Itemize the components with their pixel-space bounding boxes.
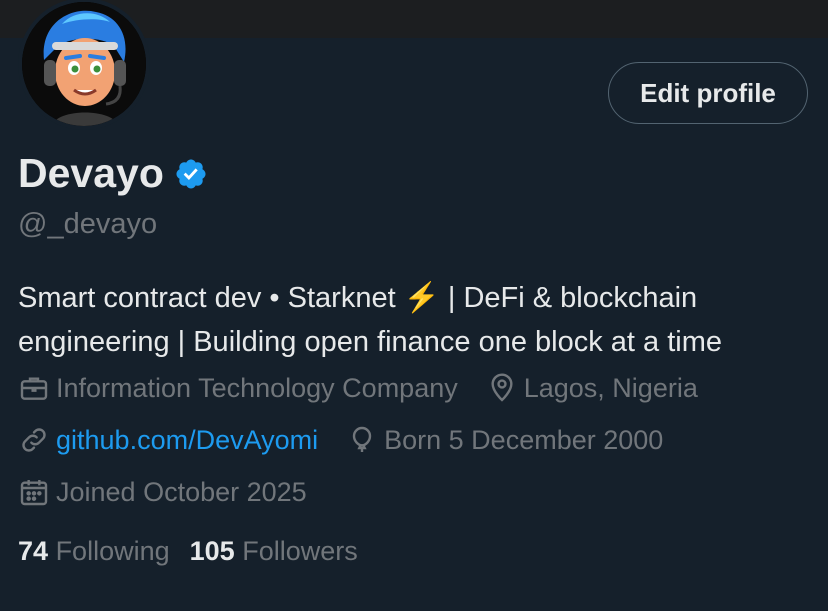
- verified-badge-icon[interactable]: [174, 157, 208, 191]
- follow-stats: 74 Following 105 Followers: [18, 536, 378, 567]
- joined-label: Joined October 2025: [56, 476, 307, 507]
- category-label: Information Technology Company: [56, 372, 458, 403]
- profile-meta-row-3: Joined October 2025: [18, 476, 335, 508]
- profile-handle: @_devayo: [18, 208, 158, 240]
- website-item[interactable]: github.com/DevAyomi: [18, 424, 318, 456]
- category-item: Information Technology Company: [18, 372, 458, 404]
- link-icon: [22, 428, 46, 452]
- website-link[interactable]: github.com/DevAyomi: [56, 425, 318, 456]
- following-label: Following: [55, 536, 170, 566]
- location-label: Lagos, Nigeria: [523, 372, 698, 403]
- birthday-label: Born 5 December 2000: [384, 424, 664, 455]
- location-item: Lagos, Nigeria: [486, 372, 698, 404]
- following-link[interactable]: 74 Following: [18, 536, 170, 567]
- display-name: Devayo: [18, 150, 164, 196]
- followers-count: 105: [189, 536, 235, 566]
- profile-meta-row-1: Information Technology Company Lagos, Ni…: [18, 372, 726, 404]
- edit-profile-button[interactable]: Edit profile: [608, 62, 808, 124]
- profile-meta-row-2: github.com/DevAyomi Born 5 December 2000: [18, 424, 691, 456]
- followers-link[interactable]: 105 Followers: [190, 536, 358, 567]
- briefcase-icon: [20, 377, 48, 400]
- avatar-image: [22, 2, 146, 126]
- following-count: 74: [18, 536, 49, 566]
- balloon-icon: [352, 426, 372, 452]
- avatar[interactable]: [18, 0, 150, 130]
- followers-label: Followers: [242, 536, 358, 566]
- profile-bio: Smart contract dev • Starknet ⚡️ | DeFi …: [18, 276, 818, 364]
- name-row: Devayo: [18, 150, 208, 197]
- calendar-icon: [20, 480, 48, 506]
- joined-item: Joined October 2025: [18, 476, 307, 508]
- location-pin-icon: [491, 373, 513, 402]
- bio-line: engineering | Building open finance one …: [18, 326, 723, 358]
- birthday-item: Born 5 December 2000: [346, 424, 663, 456]
- bio-line: Smart contract dev • Starknet ⚡️ | DeFi …: [18, 282, 698, 314]
